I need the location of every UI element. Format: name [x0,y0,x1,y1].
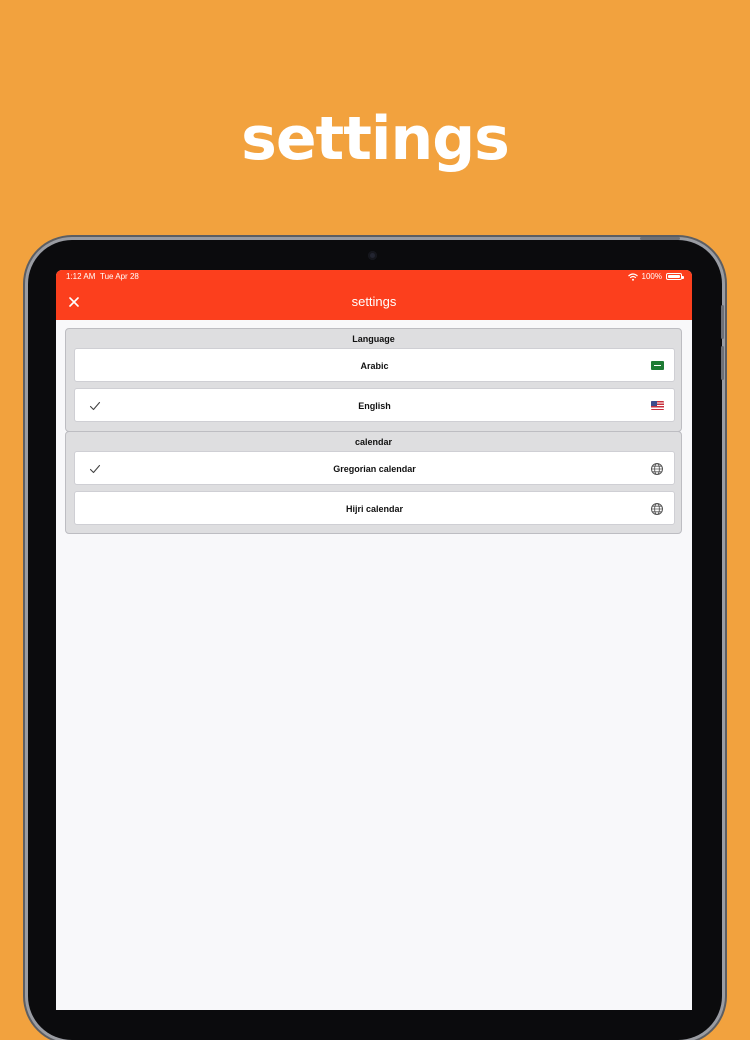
status-indicators: 100% [627,272,684,281]
option-label: Hijri calendar [345,504,404,514]
section-header-language: Language [352,334,395,344]
language-option-english[interactable]: English [74,388,675,422]
globe-icon [651,463,663,475]
us-flag-icon [651,401,664,410]
language-section: Language Arabic English [65,328,682,432]
front-camera [368,251,377,260]
option-label: Arabic [360,361,389,371]
ipad-volume-up-button [721,305,724,339]
ipad-volume-down-button [721,346,724,380]
calendar-section: calendar Gregorian calendar Hijri calend… [65,431,682,534]
nav-title: settings [351,294,397,309]
status-date: Tue Apr 28 [100,272,139,281]
nav-bar: settings [56,284,692,320]
language-option-arabic[interactable]: Arabic [74,348,675,382]
status-bar: 1:12 AM Tue Apr 28 100% [56,270,692,284]
battery-percent: 100% [641,272,662,281]
globe-icon [651,503,663,515]
status-time: 1:12 AM [66,272,96,281]
option-label: Gregorian calendar [333,464,416,474]
option-label: English [358,401,391,411]
wifi-icon [627,272,638,281]
section-header-calendar: calendar [354,437,393,447]
calendar-option-hijri[interactable]: Hijri calendar [74,491,675,525]
calendar-option-gregorian[interactable]: Gregorian calendar [74,451,675,485]
app-screen: 1:12 AM Tue Apr 28 100% settings Languag… [56,270,692,1010]
ipad-top-button [640,237,680,240]
battery-icon [666,273,684,280]
hero-title: settings [241,104,510,174]
saudi-flag-icon [651,361,664,370]
